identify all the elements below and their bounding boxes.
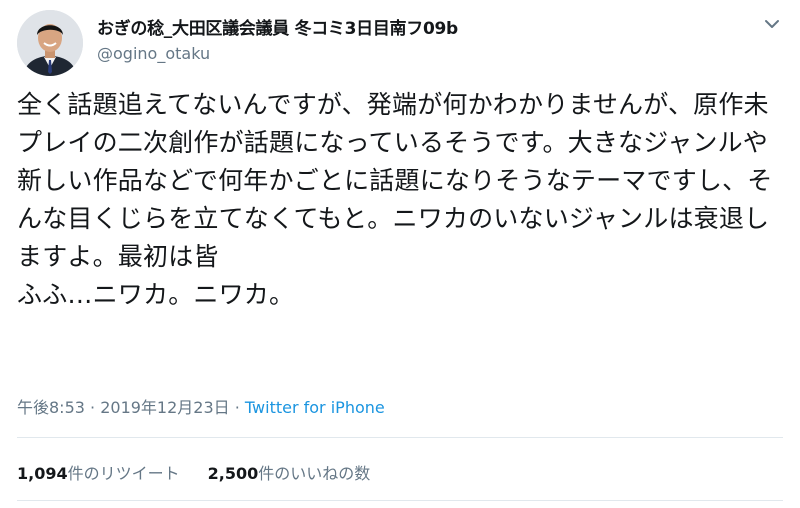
display-name[interactable]: おぎの稔_大田区議会議員 冬コミ3日目南フ09b <box>97 14 458 39</box>
tweet-source-link[interactable]: Twitter for iPhone <box>245 398 385 417</box>
avatar[interactable] <box>17 10 83 76</box>
tweet-date[interactable]: 2019年12月23日 <box>100 398 229 417</box>
retweets-count: 1,094 <box>17 464 68 483</box>
tweet-meta: 午後8:53 · 2019年12月23日 · Twitter for iPhon… <box>17 394 385 418</box>
likes-label: 件のいいねの数 <box>258 464 371 483</box>
profile-photo-icon <box>17 10 83 76</box>
likes-stat[interactable]: 2,500件のいいねの数 <box>208 464 371 483</box>
tweet-time[interactable]: 午後8:53 <box>17 398 85 417</box>
meta-separator: · <box>84 398 101 417</box>
retweets-label: 件のリツイート <box>67 464 180 483</box>
tweet-stats: 1,094件のリツイート 2,500件のいいねの数 <box>17 460 370 484</box>
chevron-down-icon[interactable] <box>760 12 784 36</box>
likes-count: 2,500 <box>207 464 259 483</box>
divider <box>17 500 783 501</box>
divider <box>17 437 783 438</box>
user-handle[interactable]: @ogino_otaku <box>97 44 210 63</box>
tweet-card: おぎの稔_大田区議会議員 冬コミ3日目南フ09b @ogino_otaku 全く… <box>0 0 800 508</box>
meta-separator: · <box>229 398 245 417</box>
tweet-text: 全く話題追えてないんですが、発端が何かわかりませんが、原作未プレイの二次創作が話… <box>17 90 773 309</box>
retweets-stat[interactable]: 1,094件のリツイート <box>17 464 180 483</box>
